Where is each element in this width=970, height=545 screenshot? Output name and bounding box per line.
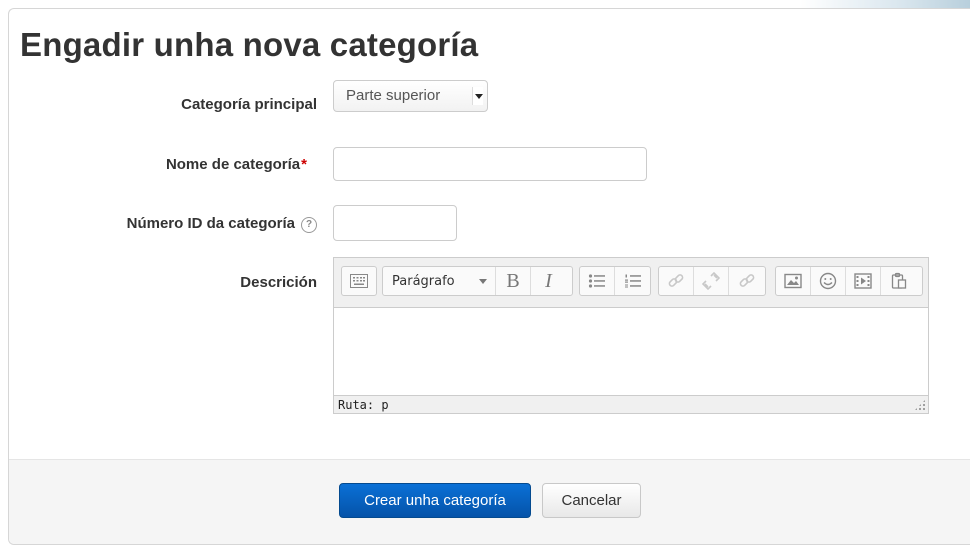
- category-name-label: Nome de categoría*: [165, 156, 307, 173]
- description-editor: Parágrafo B I Ruta: p: [333, 257, 929, 414]
- chevron-down-icon: [472, 87, 483, 105]
- unordered-list-icon[interactable]: [580, 267, 615, 295]
- toolbar-toggle-icon[interactable]: [342, 267, 376, 295]
- resize-handle-icon[interactable]: [914, 399, 926, 411]
- editor-toolbar: Parágrafo B I: [334, 258, 928, 308]
- bold-icon[interactable]: B: [496, 267, 531, 295]
- page-title: Engadir unha nova categoría: [20, 26, 479, 63]
- media-icon[interactable]: [846, 267, 881, 295]
- create-category-button[interactable]: Crear unha categoría: [339, 483, 531, 518]
- parent-category-select[interactable]: Parte superior: [333, 80, 488, 112]
- image-icon[interactable]: [776, 267, 811, 295]
- editor-path: Ruta: p: [338, 398, 389, 412]
- editor-path-bar: Ruta: p: [334, 395, 928, 413]
- chevron-down-icon: [479, 279, 487, 284]
- toolbar-group-text: Parágrafo B I: [382, 266, 573, 296]
- parent-category-label: Categoría principal: [181, 96, 317, 113]
- format-select[interactable]: Parágrafo: [383, 267, 496, 295]
- format-select-value: Parágrafo: [392, 273, 455, 289]
- description-label: Descrición: [240, 274, 317, 291]
- help-icon[interactable]: ?: [301, 217, 317, 233]
- category-idnumber-label: Número ID da categoría?: [127, 215, 317, 233]
- required-icon: *: [301, 156, 307, 173]
- emoticon-icon[interactable]: [811, 267, 846, 295]
- category-name-input[interactable]: [333, 147, 647, 181]
- toolbar-group-toggle: [341, 266, 377, 296]
- paste-icon[interactable]: [881, 267, 916, 295]
- toolbar-group-media: [775, 266, 923, 296]
- toolbar-group-links: [658, 266, 766, 296]
- link-icon[interactable]: [659, 267, 694, 295]
- description-textarea[interactable]: [334, 308, 928, 396]
- anchor-icon[interactable]: [729, 267, 764, 295]
- unlink-icon[interactable]: [694, 267, 729, 295]
- italic-icon[interactable]: I: [531, 267, 566, 295]
- cancel-button[interactable]: Cancelar: [542, 483, 641, 518]
- toolbar-group-lists: [579, 266, 651, 296]
- parent-category-value: Parte superior: [346, 87, 441, 104]
- ordered-list-icon[interactable]: [615, 267, 650, 295]
- category-idnumber-input[interactable]: [333, 205, 457, 241]
